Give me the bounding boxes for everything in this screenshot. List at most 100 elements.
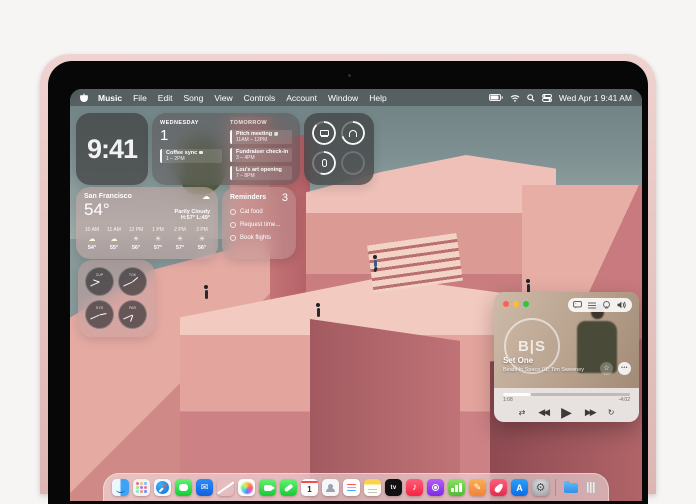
clock-city-label: CUP <box>87 272 111 277</box>
minimize-button[interactable] <box>513 301 519 307</box>
dock-icon-rocket-app[interactable] <box>490 479 507 496</box>
favorite-star-button[interactable]: ☆ <box>600 362 613 375</box>
calendar-day-number: 1 <box>160 127 222 144</box>
dock-icon-maps[interactable] <box>217 479 234 496</box>
widget-clock[interactable]: 9:41 <box>76 113 148 185</box>
reminder-item[interactable]: Request time... <box>230 222 288 228</box>
menu-item-account[interactable]: Account <box>286 93 317 103</box>
more-button[interactable]: ••• <box>618 362 631 375</box>
dock-icon-music[interactable]: ♪ <box>406 479 423 496</box>
reminder-item[interactable]: Book flights <box>230 235 288 241</box>
hour-label: 12 PM <box>128 227 144 233</box>
reminder-label: Book flights <box>240 235 271 241</box>
checkbox-circle-icon[interactable] <box>230 209 236 215</box>
menu-item-edit[interactable]: Edit <box>158 93 173 103</box>
hour-temp: 56° <box>128 245 144 251</box>
music-player-window[interactable]: B|S “ Set One Beats In Space 01: Tim Swe… <box>494 292 639 422</box>
battery-icon[interactable] <box>489 94 503 101</box>
previous-button[interactable]: ◀◀ <box>538 407 548 418</box>
dock-icon-reminders[interactable] <box>343 479 360 496</box>
sun-icon: ☀ <box>128 235 144 243</box>
dock-icon-mail[interactable]: ✉ <box>196 479 213 496</box>
widget-calendar[interactable]: WEDNESDAY 1 Coffee sync 1 – 2PM TOMORROW… <box>152 113 300 185</box>
apple-logo-icon[interactable] <box>80 93 88 102</box>
shuffle-button[interactable]: ⇄ <box>519 408 526 417</box>
album-art-person <box>569 304 625 388</box>
event-time: 3 – 4PM <box>236 155 292 161</box>
clock-city-label: TOK <box>120 272 144 277</box>
menu-item-music[interactable]: Music <box>98 93 122 103</box>
calendar-event[interactable]: Coffee sync 1 – 2PM <box>160 149 222 163</box>
device-bezel: Music File Edit Song View Controls Accou… <box>48 61 648 504</box>
dock-icon-pages[interactable]: ✎ <box>469 479 486 496</box>
next-button[interactable]: ▶▶ <box>585 407 595 418</box>
menu-item-help[interactable]: Help <box>369 93 386 103</box>
volume-icon[interactable] <box>617 301 627 309</box>
dock-icon-facetime[interactable] <box>259 479 276 496</box>
airplay-icon[interactable] <box>602 301 611 309</box>
dock-icon-trash[interactable] <box>583 479 600 496</box>
zoom-button[interactable] <box>523 301 529 307</box>
menu-item-window[interactable]: Window <box>328 93 358 103</box>
menu-item-view[interactable]: View <box>214 93 232 103</box>
dock-icon-apple-tv[interactable]: tv <box>385 479 402 496</box>
dock-icon-settings[interactable]: ⚙ <box>532 479 549 496</box>
dock-icon-photos[interactable] <box>238 479 255 496</box>
dock-icon-app-store[interactable]: A <box>511 479 528 496</box>
calendar-event[interactable]: Fundraiser check-in 3 – 4PM <box>230 148 292 162</box>
hour-temp: 55° <box>106 245 122 251</box>
person-figure <box>316 303 320 317</box>
dock-divider <box>555 479 556 496</box>
widget-weather[interactable]: San Francisco 54° ☁ Partly Cloudy H:57° … <box>76 187 218 259</box>
dock-icon-phone[interactable] <box>280 479 297 496</box>
dock-icon-launchpad[interactable] <box>133 479 150 496</box>
lyrics-icon[interactable]: “ <box>573 301 582 309</box>
search-icon[interactable] <box>527 94 535 102</box>
dock-icon-numbers[interactable] <box>448 479 465 496</box>
dock-icon-podcasts[interactable] <box>427 479 444 496</box>
widget-reminders[interactable]: Reminders 3 Cat food Request time... Boo… <box>222 187 296 259</box>
sun-icon: ☀ <box>150 235 166 243</box>
calendar-event[interactable]: Pitch meeting 11AM – 12PM <box>230 130 292 144</box>
widget-batteries[interactable] <box>304 113 374 185</box>
dock-icon-safari[interactable] <box>154 479 171 496</box>
menu-item-song[interactable]: Song <box>183 93 203 103</box>
reminder-item[interactable]: Cat food <box>230 209 288 215</box>
reminder-label: Request time... <box>240 222 280 228</box>
dock-icon-calendar[interactable]: 1 <box>301 479 318 496</box>
hour-temp: 57° <box>172 245 188 251</box>
checkbox-circle-icon[interactable] <box>230 235 236 241</box>
hour-label: 2 PM <box>172 227 188 233</box>
hour-label: 1 PM <box>150 227 166 233</box>
sun-icon: ☀ <box>172 235 188 243</box>
queue-icon[interactable] <box>588 302 596 309</box>
wifi-icon[interactable] <box>510 94 520 102</box>
repeat-button[interactable]: ↻ <box>608 408 615 417</box>
widget-world-clock[interactable]: CUP TOK SYD PAR <box>78 260 155 337</box>
analog-clock-paris: PAR <box>118 300 147 329</box>
control-center-icon[interactable] <box>542 94 552 102</box>
calendar-day-name: WEDNESDAY <box>160 120 222 126</box>
dock-icon-contacts[interactable] <box>322 479 339 496</box>
analog-clock-cupertino: CUP <box>85 267 114 296</box>
event-time: 11AM – 12PM <box>236 137 292 143</box>
dock-icon-messages[interactable] <box>175 479 192 496</box>
clock-city-label: SYD <box>87 305 111 310</box>
partly-cloudy-icon: ☁ <box>175 193 210 201</box>
close-button[interactable] <box>503 301 509 307</box>
play-button[interactable]: ▶ <box>561 404 572 421</box>
cloud-icon: ☁ <box>106 235 122 243</box>
dock-icon-downloads-folder[interactable] <box>562 479 579 496</box>
menu-item-file[interactable]: File <box>133 93 147 103</box>
dock-icon-finder[interactable] <box>112 479 129 496</box>
calendar-event[interactable]: Lou's art opening 7 – 8PM <box>230 166 292 180</box>
progress-bar[interactable] <box>503 393 630 396</box>
menu-bar-clock[interactable]: Wed Apr 1 9:41 AM <box>559 93 632 103</box>
person-figure <box>526 279 530 293</box>
event-time: 7 – 8PM <box>236 173 292 179</box>
clock-time: 9:41 <box>76 113 148 185</box>
menu-item-controls[interactable]: Controls <box>244 93 276 103</box>
clock-city-label: PAR <box>120 305 144 310</box>
checkbox-circle-icon[interactable] <box>230 222 236 228</box>
dock-icon-notes[interactable] <box>364 479 381 496</box>
